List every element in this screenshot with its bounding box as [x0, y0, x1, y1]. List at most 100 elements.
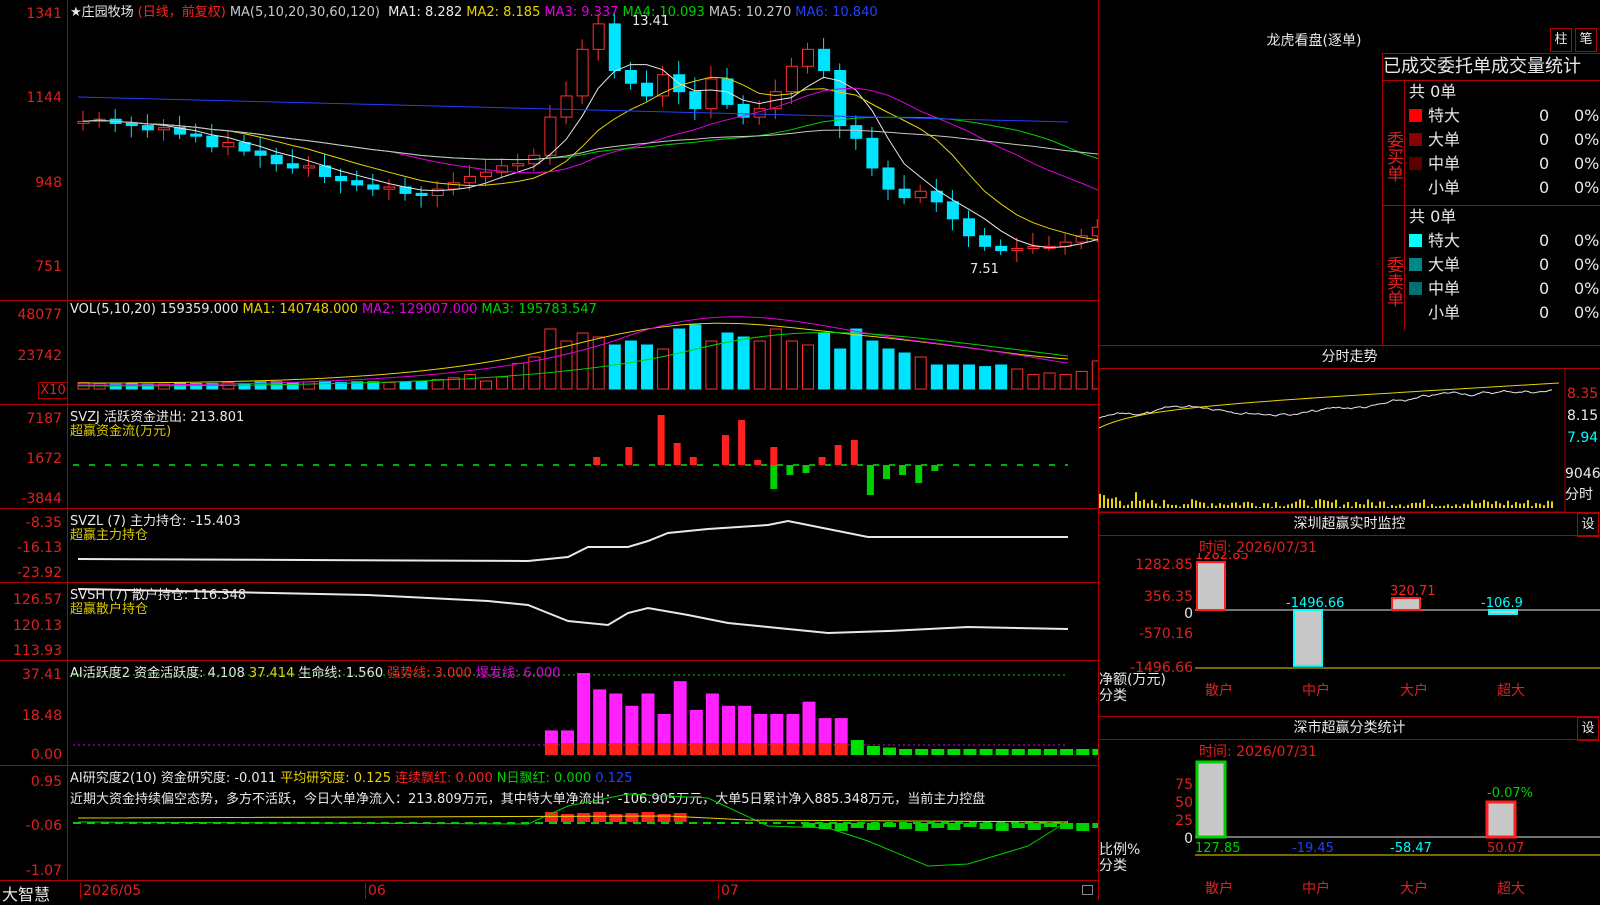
intraday-vol-bar [1343, 504, 1345, 508]
monitor-chart: 1282.85 散户 -1496.66 中户 320.71 大户 -106.9 超大 [1195, 553, 1600, 699]
ai2-bar-green [931, 823, 945, 828]
monitor-settings-button[interactable]: 设 [1577, 513, 1599, 537]
ma120-line [77, 96, 1069, 123]
classify-tick-2: 50 [1175, 795, 1193, 811]
intraday-vol-bar [1303, 500, 1305, 508]
intraday-panel[interactable]: 分时走势 8.35 8.15 7.94 9046 分时 [1099, 346, 1600, 513]
intraday-vol-bar [1171, 505, 1173, 508]
candle-body [463, 175, 476, 184]
monitor-xlabel: 分类 [1099, 688, 1127, 704]
candle-body [383, 186, 396, 190]
intraday-vol-bar [1119, 500, 1121, 508]
vol-tick-2: 23742 [17, 348, 62, 364]
monitor-tick-1: 1282.85 [1135, 557, 1193, 573]
candlestick-chart[interactable] [68, 0, 1098, 300]
intraday-vol-bar [1523, 503, 1525, 508]
intraday-vol-bar [1543, 505, 1545, 508]
bar-mode-button[interactable]: 柱 [1550, 28, 1572, 52]
ai1-bar-magenta [738, 705, 752, 743]
intraday-chart[interactable] [1099, 368, 1569, 512]
ai1-bar-green [963, 749, 977, 755]
intraday-vol-bar [1331, 502, 1333, 508]
svzj-bar-up [754, 460, 762, 465]
candle-body [560, 95, 573, 118]
svzl-panel[interactable]: SVZL (7) 主力持仓: -15.403 超赢主力持仓 -8.35 -16.… [0, 509, 1098, 583]
ai1-bar-green [899, 749, 913, 755]
intraday-vol-bar [1419, 502, 1421, 508]
candle-body [995, 245, 1008, 252]
classify-panel: 深市超赢分类统计 设 时间: 2026/07/31 75 50 25 0 比例%… [1099, 717, 1600, 900]
dragon-table: 委买单 委卖单 共 0单 特大 0 0% 大单 0 0% 中单 0 0% 小单 0 0% 共 0单 特… [1382, 80, 1600, 345]
intraday-vol-bar [1267, 503, 1269, 508]
ai1-bar-red [544, 743, 558, 755]
intraday-vol-bar [1143, 499, 1145, 508]
svzj-bar-down [786, 465, 794, 475]
intraday-title: 分时走势 [1099, 346, 1600, 369]
intraday-vol-bar [1491, 504, 1493, 508]
tick-mode-button[interactable]: 笔 [1575, 28, 1597, 52]
volume-bar [1059, 374, 1072, 390]
high-marker: 13.41 [632, 14, 670, 29]
ai2-bar-green [995, 823, 1009, 831]
ma5-line [82, 64, 1098, 249]
intraday-vol-bar [1283, 506, 1285, 508]
candle-body [238, 142, 251, 152]
monitor-bar [1196, 561, 1226, 611]
intraday-vol-bar [1247, 501, 1249, 508]
ai1-bar-red [802, 743, 816, 755]
intraday-vol-bar [1155, 503, 1157, 508]
ai1-bar-red [625, 743, 639, 755]
price-panel[interactable]: ★庄园牧场 (日线，前复权) MA(5,10,20,30,60,120) MA1: … [0, 0, 1098, 301]
ai1-bar-red [593, 743, 607, 755]
volume-bar [544, 328, 557, 390]
intraday-vol-bar [1439, 505, 1441, 508]
intraday-vol-bar [1387, 506, 1389, 508]
ai-research-panel[interactable]: AI研究度2(10) 资金研究度: -0.011 平均研究度: 0.125 连续飘红… [0, 766, 1098, 881]
volume-bar [624, 340, 637, 390]
sell-row: 特大 0 0% [1409, 229, 1599, 253]
intraday-vol-bar [1487, 501, 1489, 508]
intraday-vol-bar [1467, 504, 1469, 508]
sell-row: 小单 0 0% [1409, 301, 1599, 325]
svzj-bar-up [593, 457, 601, 465]
intraday-vol-bar [1447, 504, 1449, 508]
classify-tick-3: 25 [1175, 813, 1193, 829]
svzj-panel[interactable]: SVZJ 活跃资金进出: 213.801 超赢资金流(万元) 7187 1672… [0, 405, 1098, 509]
svzj-bar-up [722, 435, 729, 465]
ai-activity-panel[interactable]: AI活跃度2 资金活跃度: 4.108 37.414 生命线: 1.560 强势线: … [0, 661, 1098, 766]
ai2-bar-red [641, 812, 655, 822]
candle-body [946, 201, 959, 220]
ai2-tick-2: -0.06 [25, 818, 62, 834]
intraday-vol-bar [1443, 505, 1445, 508]
volume-bar [769, 328, 782, 390]
intraday-vol-bar [1183, 504, 1185, 508]
price-tick-2: 1144 [26, 90, 62, 106]
intraday-vol-bar [1351, 506, 1353, 508]
ai1-bar-magenta [625, 705, 639, 743]
lock-icon[interactable] [1082, 885, 1093, 895]
classify-settings-button[interactable]: 设 [1577, 717, 1599, 741]
svzj-bar-up [657, 415, 665, 465]
candle-body [850, 125, 863, 139]
candle-body [576, 48, 589, 97]
ai1-bar-green [1076, 749, 1090, 755]
monitor-value: 1282.85 [1195, 553, 1249, 563]
svzl-tick-1: -8.35 [25, 515, 62, 531]
volume-panel[interactable]: VOL(5,10,20) 159359.000 MA1: 140748.000 MA2… [0, 301, 1098, 405]
ai1-bar-red [786, 743, 800, 755]
candle-body [802, 48, 814, 67]
intraday-vol-bar [1211, 503, 1213, 508]
vol-unit-badge: X10 [38, 382, 68, 399]
ai1-bar-magenta [544, 730, 558, 743]
candle-body [270, 154, 283, 165]
volume-bar [834, 348, 847, 390]
candle-body [544, 116, 557, 156]
buy-total: 共 0单 [1409, 82, 1457, 101]
classify-title: 深市超赢分类统计 [1099, 717, 1600, 740]
intra-tick-2: 8.15 [1567, 408, 1599, 424]
ai1-bar-magenta [818, 718, 832, 743]
ai2-bar-red [657, 814, 671, 822]
classify-category: 超大 [1497, 881, 1525, 897]
candle-body [592, 23, 605, 50]
svsh-panel[interactable]: SVSH (7) 散户持仓: 116.348 超赢散户持仓 126.57 120… [0, 583, 1098, 661]
